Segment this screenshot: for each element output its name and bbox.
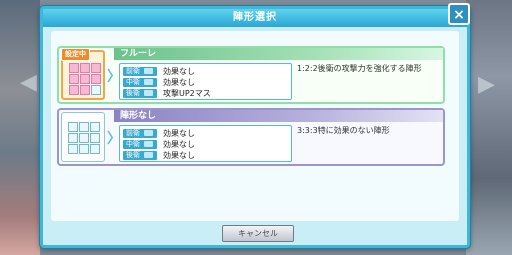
formation-description: 1:2:2後衛の攻撃力を強化する陣形 xyxy=(297,64,422,73)
formation-name: フルーレ xyxy=(114,48,443,60)
formation-cells xyxy=(69,63,101,95)
background-right-panel xyxy=(466,0,512,255)
front-row: 前衛 効果なし xyxy=(123,66,195,77)
formation-name: 陣形なし xyxy=(114,110,443,122)
position-effects: 前衛 効果なし 中衛 効果なし 後衛 攻撃UP2マス xyxy=(119,63,292,100)
formation-card-fleuret[interactable]: 設定中 フルーレ 〉 前衛 効果なし 中衛 効果なし 後衛 攻撃UP2マス 1:2:2… xyxy=(57,46,445,104)
cancel-button[interactable]: キャンセル xyxy=(222,225,294,242)
back-row: 後衛 効果なし xyxy=(123,150,195,161)
front-row: 前衛 効果なし xyxy=(123,128,195,139)
formation-description: 3:3:3特に効果のない陣形 xyxy=(297,126,390,135)
middle-row: 中衛 効果なし xyxy=(123,77,195,88)
current-setting-badge: 設定中 xyxy=(61,48,90,61)
dialog-title: 陣形選択 xyxy=(43,9,467,27)
formation-cells xyxy=(68,122,100,154)
background-left-panel xyxy=(0,0,40,255)
middle-row: 中衛 効果なし xyxy=(123,139,195,150)
formation-grid: 設定中 xyxy=(61,48,105,100)
position-effects: 前衛 効果なし 中衛 効果なし 後衛 効果なし xyxy=(119,125,292,162)
formation-grid xyxy=(61,112,105,162)
back-row: 後衛 攻撃UP2マス xyxy=(123,88,211,99)
formation-card-none[interactable]: 陣形なし 〉 前衛 効果なし 中衛 効果なし 後衛 効果なし 3:3:3特に効果のない… xyxy=(57,108,445,166)
background-left-arrow-icon: ◀ xyxy=(20,70,37,95)
close-icon[interactable]: × xyxy=(448,3,470,25)
formation-select-dialog: 陣形選択 × 設定中 フルーレ 〉 前衛 効果なし 中衛 効果なし 後衛 攻撃UP2マ… xyxy=(40,3,470,248)
background-right-arrow-icon: ▶ xyxy=(478,72,495,97)
